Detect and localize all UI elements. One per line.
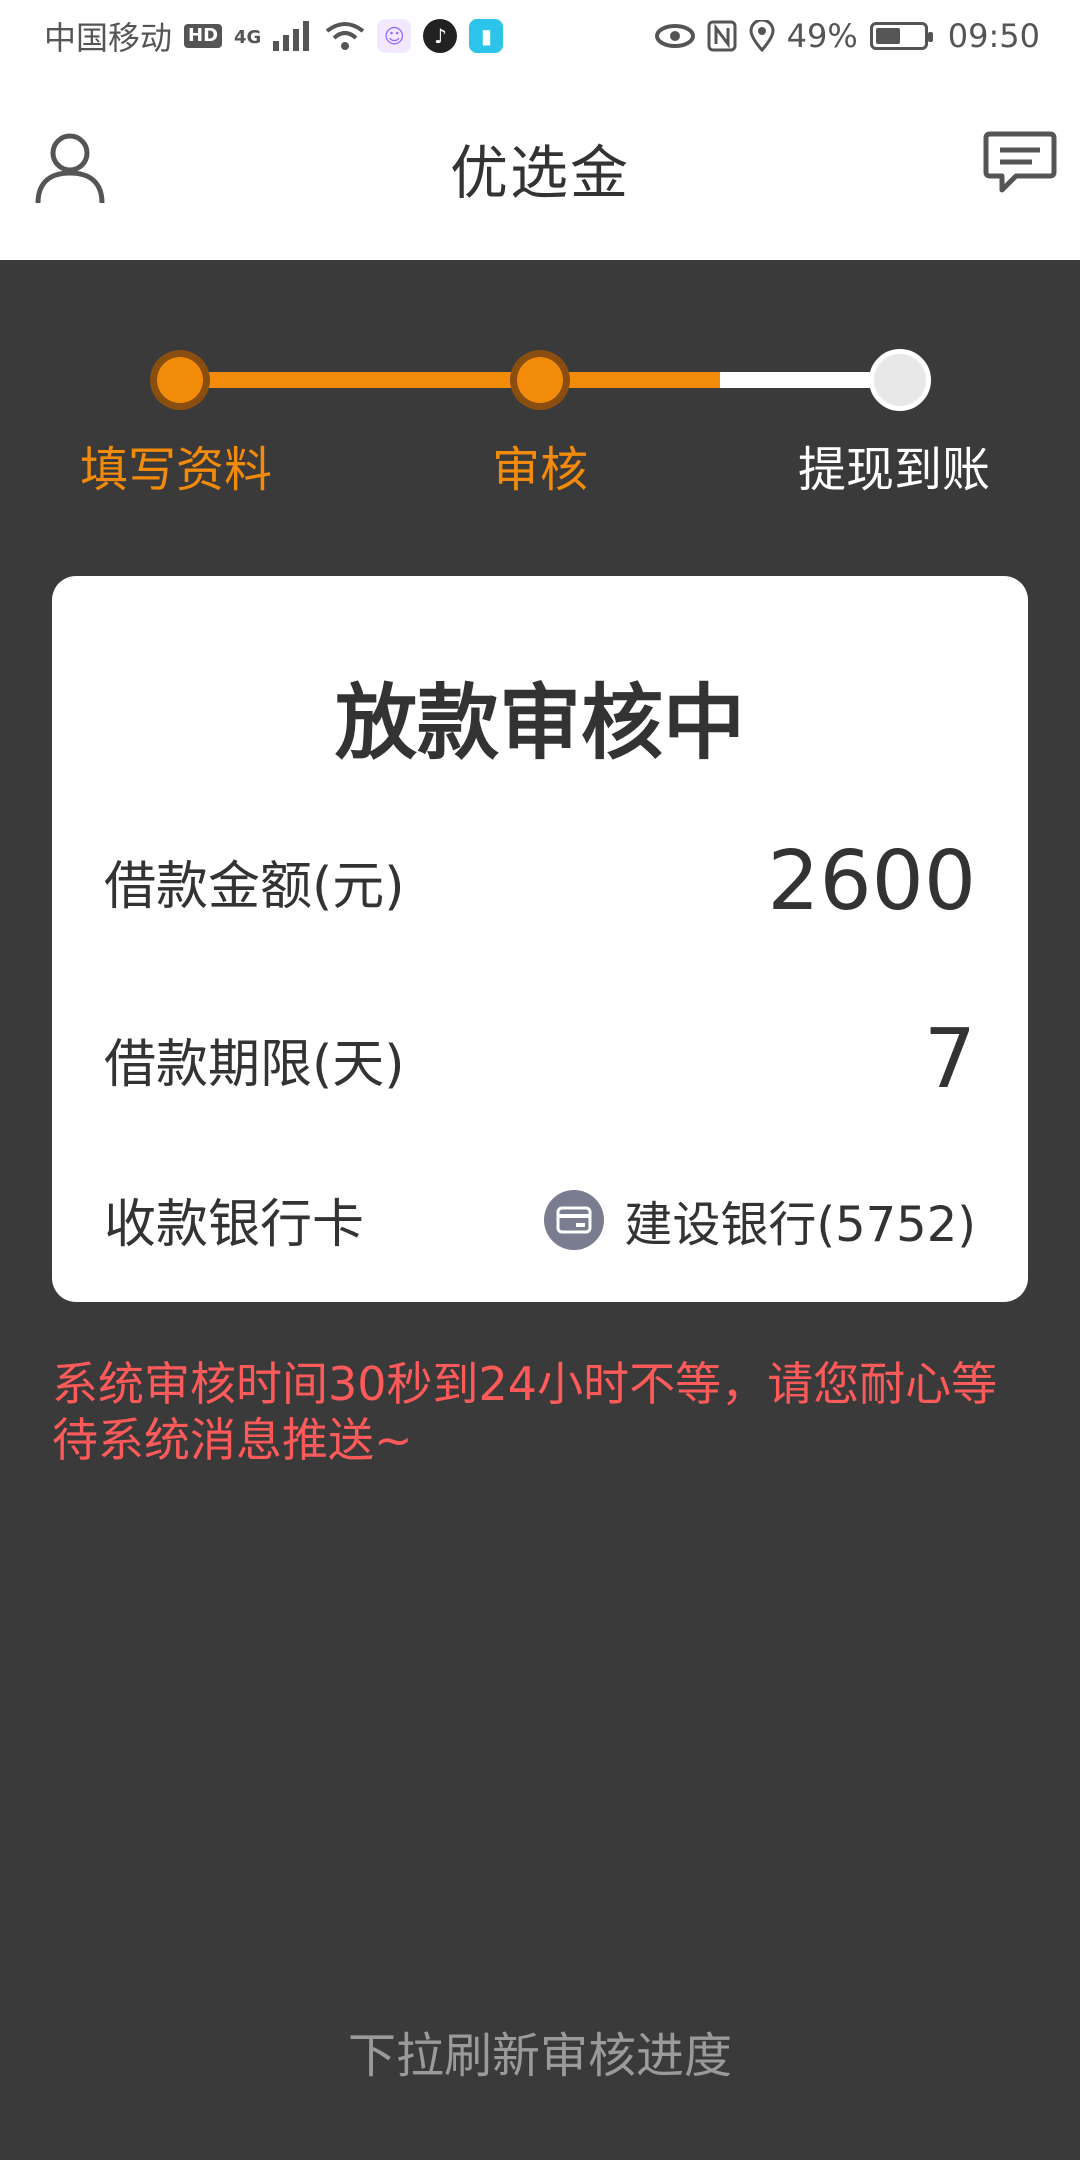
status-left: 中国移动 HD 4G ☺ ♪ ▮ — [44, 13, 504, 59]
carrier-name: 中国移动 — [44, 19, 173, 57]
wifi-icon — [326, 22, 365, 50]
location-icon — [749, 20, 775, 52]
bank-card-value: 建设银行(5752) — [544, 1185, 976, 1255]
nfc-icon — [707, 20, 737, 52]
review-notice: 系统审核时间30秒到24小时不等，请您耐心等待系统消息推送~ — [52, 1357, 998, 1467]
page-title: 优选金 — [449, 139, 630, 207]
loan-term-row: 借款期限(天) 7 — [104, 1012, 976, 1107]
bank-card-row: 收款银行卡 建设银行(5752) — [104, 1182, 976, 1257]
progress-steps: 填写资料 审核 提现到账 — [0, 330, 1080, 510]
step-dot-3 — [869, 349, 931, 411]
step-track-1 — [180, 372, 540, 388]
bank-card-icon — [544, 1189, 605, 1250]
eye-icon — [654, 24, 695, 48]
loan-status-card: 放款审核中 借款金额(元) 2600 借款期限(天) 7 收款银行卡 建设银行(… — [52, 576, 1028, 1302]
hd-badge: HD — [184, 24, 223, 48]
app-notification-icon: ☺ — [377, 19, 412, 53]
loan-amount-label: 借款金额(元) — [104, 857, 405, 917]
status-bar: 中国移动 HD 4G ☺ ♪ ▮ 49% 09:50 — [0, 0, 1080, 72]
message-icon[interactable] — [982, 130, 1058, 200]
step-dot-2 — [517, 357, 563, 403]
signal-icon — [273, 21, 310, 51]
bank-card-label: 收款银行卡 — [104, 1195, 365, 1255]
card-title: 放款审核中 — [334, 676, 745, 771]
network-type: 4G — [234, 27, 262, 48]
pull-to-refresh-hint: 下拉刷新审核进度 — [347, 2028, 732, 2084]
step-label-withdraw: 提现到账 — [798, 442, 991, 498]
loan-term-value: 7 — [923, 1012, 976, 1107]
battery-percent: 49% — [786, 17, 858, 55]
clock: 09:50 — [947, 17, 1040, 55]
step-label-fill-info: 填写资料 — [80, 442, 273, 498]
tiktok-icon: ♪ — [423, 19, 458, 53]
step-label-review: 审核 — [492, 442, 589, 498]
bank-name: 建设银行(5752) — [624, 1196, 976, 1253]
loan-term-label: 借款期限(天) — [104, 1035, 405, 1095]
app-header: 优选金 — [0, 72, 1080, 260]
battery-icon — [869, 22, 933, 50]
status-right: 49% 09:50 — [654, 17, 1040, 55]
reader-app-icon: ▮ — [469, 19, 504, 53]
step-dot-1 — [157, 357, 203, 403]
step-track-2 — [540, 372, 720, 388]
loan-amount-value: 2600 — [767, 834, 976, 929]
loan-amount-row: 借款金额(元) 2600 — [104, 834, 976, 929]
